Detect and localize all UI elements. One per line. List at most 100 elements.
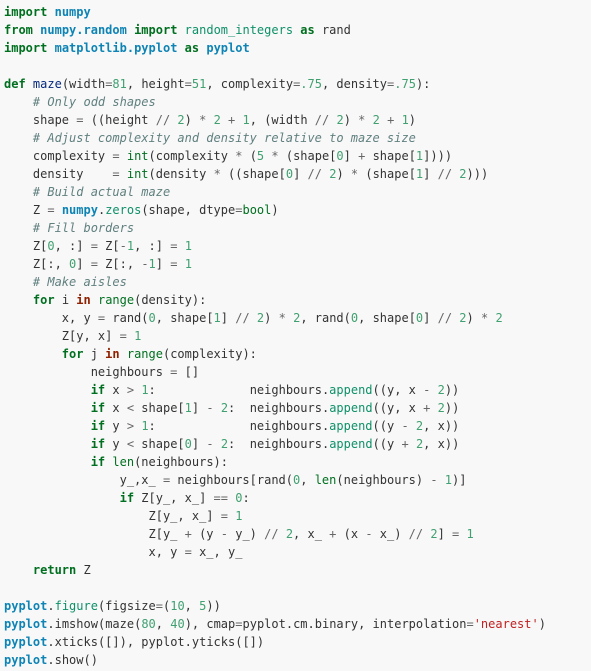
code-token: shape[ xyxy=(134,437,185,451)
code-line: pyplot.xticks([]), pyplot.yticks([]) xyxy=(4,633,591,651)
code-token: : neighbours. xyxy=(228,437,330,451)
code-line: Z[y, x] = 1 xyxy=(4,327,591,345)
code-token: y xyxy=(105,419,127,433)
code-token: if xyxy=(90,419,106,433)
code-token: shape[ xyxy=(134,401,185,415)
code-token: , :] xyxy=(134,239,171,253)
code-token: = xyxy=(112,149,120,163)
code-token: i xyxy=(54,293,77,307)
code-token: == xyxy=(213,491,228,505)
code-token: 1 xyxy=(141,383,149,397)
code-token: y_,x_ xyxy=(4,473,163,487)
code-token: , x_ xyxy=(293,527,330,541)
code-token: 2 xyxy=(437,401,445,415)
code-token: append xyxy=(329,437,373,451)
code-token: 2 xyxy=(220,401,229,415)
code-token: - xyxy=(206,401,214,415)
code-token: 0 xyxy=(184,437,192,451)
code-token: .75 xyxy=(300,77,322,91)
code-token: = xyxy=(235,617,243,631)
code-token: - xyxy=(141,257,149,271)
code-token: from xyxy=(4,23,33,37)
code-token: 2 xyxy=(372,113,380,127)
code-token: as xyxy=(300,23,315,37)
code-token: numpy xyxy=(54,5,91,19)
code-token: density xyxy=(4,167,113,181)
code-token: 81 xyxy=(112,77,127,91)
code-token: , (width xyxy=(249,113,315,127)
code-token: Z[:, xyxy=(97,257,142,271)
code-token: < xyxy=(126,437,135,451)
code-token: (shape, dtype xyxy=(141,203,236,217)
code-token: pyplot xyxy=(4,653,48,667)
code-line: import numpy xyxy=(4,3,591,21)
code-token: ) xyxy=(466,311,481,325)
code-token: 1 xyxy=(184,257,192,271)
code-line: # Build actual maze xyxy=(4,183,591,201)
code-token: = xyxy=(112,167,120,181)
code-line: if len(neighbours): xyxy=(4,453,591,471)
code-token: () xyxy=(83,653,98,667)
code-line: complexity = int(complexity * (5 * (shap… xyxy=(4,147,591,165)
code-token: ] xyxy=(191,437,207,451)
code-token: import xyxy=(4,5,48,19)
code-token: (figsize xyxy=(97,599,156,613)
code-token: ] xyxy=(155,257,171,271)
code-token: Z[:, xyxy=(4,257,70,271)
code-token: xticks xyxy=(54,635,98,649)
code-token: . xyxy=(47,653,55,667)
code-token: neighbours xyxy=(4,365,171,379)
code-token: < xyxy=(126,401,135,415)
code-token: - xyxy=(365,527,373,541)
code-token: (density): xyxy=(134,293,207,307)
code-token: ) xyxy=(264,311,279,325)
code-token: pyplot xyxy=(206,41,250,55)
code-token: ), cmap xyxy=(184,617,236,631)
code-editor-content[interactable]: import numpy from numpy.random import ran… xyxy=(0,0,591,669)
code-token: = xyxy=(466,617,474,631)
code-token: 'nearest' xyxy=(473,617,539,631)
code-token: // xyxy=(264,527,279,541)
code-token: // xyxy=(235,311,250,325)
code-token: if xyxy=(90,455,106,469)
code-token: x_, y_ xyxy=(191,545,243,559)
code-token: for xyxy=(61,347,84,361)
code-token: ] xyxy=(293,167,308,181)
code-token: , xyxy=(184,599,200,613)
code-token: 1 xyxy=(235,509,243,523)
code-token: append xyxy=(329,401,373,415)
code-token: ( xyxy=(242,149,257,163)
code-line: if Z[y_, x_] == 0: xyxy=(4,489,591,507)
code-token: ) xyxy=(408,113,417,127)
code-token: append xyxy=(329,419,373,433)
code-token: numpy xyxy=(61,203,98,217)
code-token: : neighbours. xyxy=(148,419,330,433)
code-line: Z = numpy.zeros(shape, dtype=bool) xyxy=(4,201,591,219)
code-token: . xyxy=(47,617,55,631)
code-token: import xyxy=(4,41,48,55)
code-token: 40 xyxy=(170,617,185,631)
code-token: def xyxy=(4,77,26,91)
code-token: 0 xyxy=(148,311,156,325)
code-token: 2 xyxy=(285,527,294,541)
code-token: , shape[ xyxy=(358,311,416,325)
code-token: numpy.random xyxy=(40,23,127,37)
code-token: x, y xyxy=(4,311,98,325)
code-token: for xyxy=(32,293,55,307)
code-token: ((height xyxy=(83,113,156,127)
code-token: 1 xyxy=(184,401,192,415)
code-token: , x)) xyxy=(423,419,460,433)
code-token: range xyxy=(126,347,163,361)
code-token: rand xyxy=(314,23,351,37)
code-line: return Z xyxy=(4,561,591,579)
